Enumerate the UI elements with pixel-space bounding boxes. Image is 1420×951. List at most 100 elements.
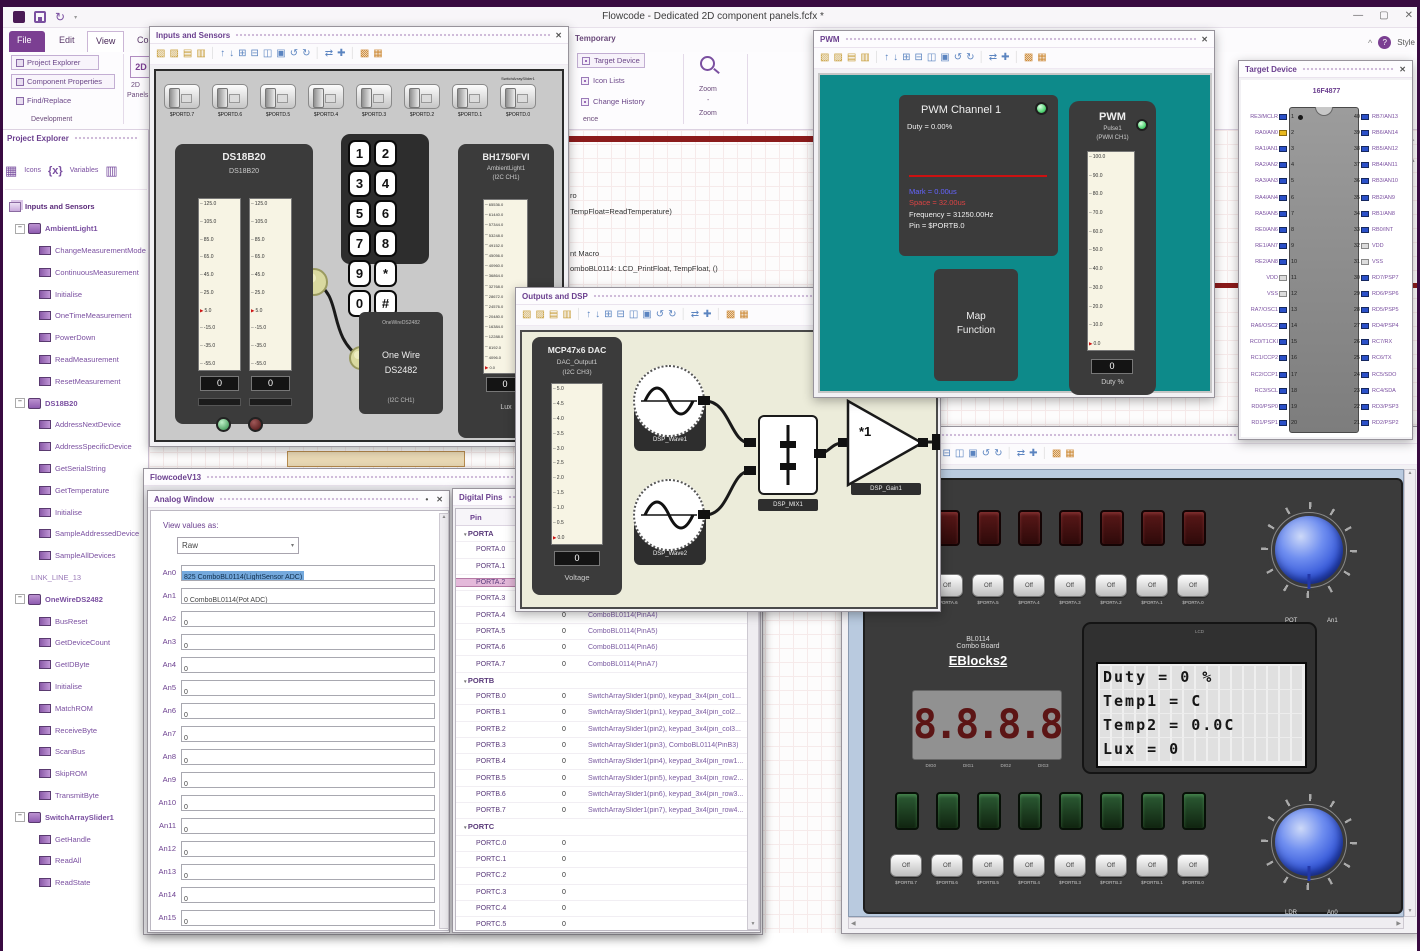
toolbar-icon[interactable]: ▧ <box>820 53 829 63</box>
toolbar-icon[interactable]: ⊞ <box>604 310 612 320</box>
port-b-switch-button[interactable]: Off <box>1136 854 1168 877</box>
toolbar-icon[interactable]: ↺ <box>954 53 962 63</box>
style-label[interactable]: Style <box>1397 38 1415 47</box>
toolbar-icon[interactable]: ▥ <box>562 310 571 320</box>
tree-item[interactable]: SampleAddressedDevice <box>3 523 149 545</box>
port-b-switch-button[interactable]: Off <box>1095 854 1127 877</box>
toolbar-icon[interactable]: ⊟ <box>942 449 950 459</box>
channel-value-field[interactable]: 0 <box>181 679 435 696</box>
toolbar-icon[interactable]: ↓ <box>595 310 600 320</box>
board-horizontal-scrollbar[interactable]: ◀ ▶ <box>848 917 1404 929</box>
ribbon-collapse-icon[interactable]: ^ <box>1368 38 1372 48</box>
toolbar-icon[interactable]: ↓ <box>893 53 898 63</box>
toolbar-icon[interactable]: ▣ <box>968 449 977 459</box>
toolbar-icon[interactable]: ⊞ <box>902 53 910 63</box>
keypad-key[interactable]: 4 <box>374 170 397 197</box>
channel-value-field[interactable]: 0 <box>181 656 435 673</box>
toolbar-icon[interactable]: ▩ <box>1052 449 1061 459</box>
toolbar-icon[interactable]: ✚ <box>1001 53 1009 63</box>
toolbar-icon[interactable]: │ <box>1007 449 1013 459</box>
variables-icon[interactable]: {x} <box>48 165 63 177</box>
toolbar-icon[interactable]: │ <box>874 53 880 63</box>
toolbar-icon[interactable]: ⇄ <box>989 53 997 63</box>
toolbar-icon[interactable]: ↑ <box>220 49 225 59</box>
tree-item[interactable]: TransmitByte <box>3 785 149 807</box>
tree-item[interactable]: ReadState <box>3 872 149 894</box>
toolbar-icon[interactable]: ▦ <box>373 49 382 59</box>
channel-value-field[interactable]: 825 ComboBL0114(LightSensor ADC) <box>181 564 435 581</box>
toolbar-icon[interactable]: ▧ <box>156 49 165 59</box>
pin-row[interactable]: PORTC.2 0 <box>456 868 747 885</box>
tree-item[interactable]: AmbientLight1 <box>3 218 149 240</box>
channel-value-field[interactable]: 0 ComboBL0114(Pot ADC) <box>181 587 435 604</box>
tree-item[interactable]: DS18B20 <box>3 392 149 414</box>
toolbar-icon[interactable]: │ <box>350 49 356 59</box>
icons-tab-label[interactable]: Icons <box>24 167 41 174</box>
toolbar-icon[interactable]: ↑ <box>884 53 889 63</box>
tree-item[interactable]: Initialise <box>3 283 149 305</box>
pwm-duty-slider[interactable]: 100.090.080.070.060.050.040.030.020.010.… <box>1087 151 1135 351</box>
restore-button[interactable]: ▢ <box>1379 10 1388 21</box>
toolbar-icon[interactable]: ▩ <box>726 310 735 320</box>
project-explorer-button[interactable]: Project Explorer <box>11 55 99 70</box>
port-b-switch-button[interactable]: Off <box>890 854 922 877</box>
tree-item[interactable]: GetHandle <box>3 828 149 850</box>
pot-knob-dial[interactable] <box>1275 516 1343 584</box>
pin-row[interactable]: PORTB.5 0 SwitchArraySlider1(pin5), keypad… <box>456 770 747 787</box>
keypad-key[interactable]: 6 <box>374 200 397 227</box>
toolbar-icon[interactable]: │ <box>1014 53 1020 63</box>
port-b-switch-button[interactable]: Off <box>1054 854 1086 877</box>
tree-item[interactable]: GetDeviceCount <box>3 632 149 654</box>
toolbar-icon[interactable]: ↺ <box>982 449 990 459</box>
channel-value-field[interactable]: 0 <box>181 748 435 765</box>
tree-item[interactable]: LINK_LINE_13 <box>3 567 149 589</box>
ldr-knob[interactable] <box>1261 794 1357 890</box>
tree-item[interactable]: ContinuousMeasurement <box>3 261 149 283</box>
close-icon[interactable]: ✕ <box>1399 65 1406 74</box>
ds18b20-slider-1[interactable]: 125.0105.085.065.045.025.05.0-15.0-35.0-… <box>198 198 241 371</box>
pin-row[interactable]: PORTC.0 0 <box>456 836 747 852</box>
port-a-switch-button[interactable]: Off <box>1013 574 1045 597</box>
pin-row[interactable]: PORTA.6 0 ComboBL0114(PinA6) <box>456 640 747 657</box>
variables-tab-label[interactable]: Variables <box>70 167 99 174</box>
toolbar-icon[interactable]: ↻ <box>994 449 1002 459</box>
toolbar-icon[interactable]: ▩ <box>1024 53 1033 63</box>
pin-row[interactable]: PORTA.7 0 ComboBL0114(PinA7) <box>456 656 747 673</box>
port-a-switch-button[interactable]: Off <box>972 574 1004 597</box>
keypad-key[interactable]: 5 <box>348 200 371 227</box>
tree-item[interactable]: Initialise <box>3 676 149 698</box>
icons-grid-icon[interactable]: ▦ <box>5 163 17 179</box>
close-icon[interactable]: ✕ <box>1201 35 1208 44</box>
tree-item[interactable]: ChangeMeasurementMode <box>3 240 149 262</box>
toolbar-icon[interactable]: ⊟ <box>914 53 922 63</box>
tree-item[interactable]: Inputs and Sensors <box>3 196 149 218</box>
toolbar-icon[interactable]: │ <box>315 49 321 59</box>
toolbar-icon[interactable]: ▣ <box>940 53 949 63</box>
toolbar-icon[interactable]: ↻ <box>302 49 310 59</box>
pin-row[interactable]: PORTA.5 0 ComboBL0114(PinA5) <box>456 624 747 641</box>
port-a-switch-button[interactable]: Off <box>1054 574 1086 597</box>
toolbar-icon[interactable]: │ <box>681 310 687 320</box>
pin-row[interactable]: PORTC <box>456 819 747 836</box>
port-a-switch-button[interactable]: Off <box>1095 574 1127 597</box>
toolbar-icon[interactable]: │ <box>1042 449 1048 459</box>
tree-item[interactable]: ReadAll <box>3 850 149 872</box>
port-a-switch-button[interactable]: Off <box>1136 574 1168 597</box>
tree-item[interactable]: Initialise <box>3 501 149 523</box>
tab-edit[interactable]: Edit <box>51 31 83 52</box>
toolbar-icon[interactable]: ▣ <box>276 49 285 59</box>
toolbar-icon[interactable]: ↻ <box>966 53 974 63</box>
toolbar-icon[interactable]: ↑ <box>586 310 591 320</box>
pin-row[interactable]: PORTC.4 0 <box>456 901 747 918</box>
toolbar-icon[interactable]: ↓ <box>229 49 234 59</box>
close-icon[interactable]: ✕ <box>555 31 562 40</box>
toolbar-icon[interactable]: ▨ <box>169 49 178 59</box>
toolbar-icon[interactable]: ▤ <box>847 53 856 63</box>
channel-value-field[interactable]: 0 <box>181 886 435 903</box>
pin-row[interactable]: PORTB.4 0 SwitchArraySlider1(pin4), keypad… <box>456 754 747 771</box>
tree-item[interactable]: BusReset <box>3 610 149 632</box>
toolbar-icon[interactable]: ▩ <box>360 49 369 59</box>
pin-row[interactable]: PORTC.5 0 <box>456 917 747 930</box>
tree-item[interactable]: GetTemperature <box>3 479 149 501</box>
tab-view[interactable]: View <box>87 31 125 52</box>
